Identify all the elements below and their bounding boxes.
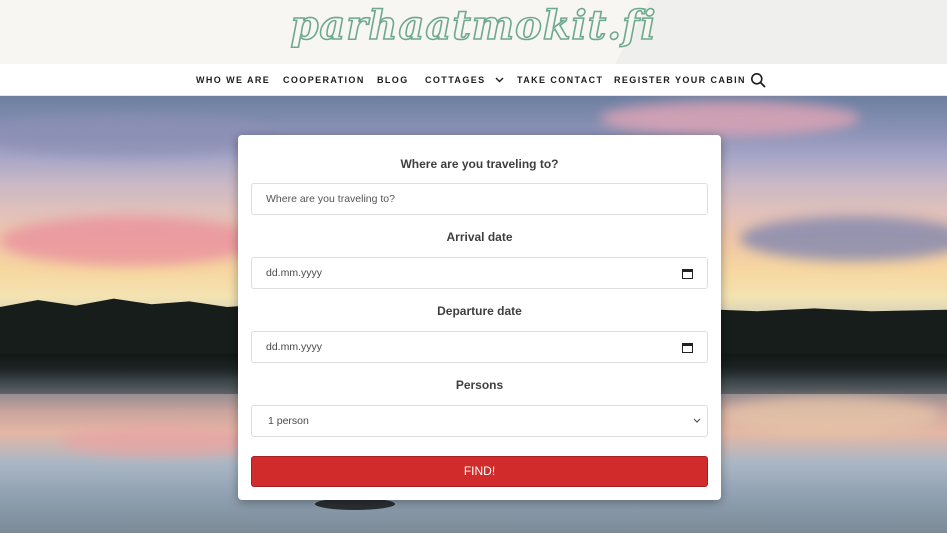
chevron-down-icon [495, 77, 504, 83]
destination-label: Where are you traveling to? [400, 157, 559, 171]
departure-date-input[interactable]: dd.mm.yyyy [251, 331, 708, 363]
destination-input[interactable]: Where are you traveling to? [251, 183, 708, 215]
nav-item-cottages[interactable]: COTTAGES [425, 64, 504, 96]
nav-item-cooperation[interactable]: COOPERATION [283, 64, 365, 96]
arrival-date-input[interactable]: dd.mm.yyyy [251, 257, 708, 289]
calendar-icon[interactable] [682, 342, 693, 353]
nav-item-cottages-label: COTTAGES [425, 75, 486, 85]
nav-item-who-we-are[interactable]: WHO WE ARE [196, 64, 270, 96]
persons-label: Persons [455, 378, 504, 392]
persons-select[interactable]: 1 person [251, 405, 708, 437]
main-navigation: WHO WE ARE COOPERATION BLOG COTTAGES TAK… [0, 64, 947, 96]
reflection-shape [720, 396, 940, 436]
arrival-date-label: Arrival date [446, 230, 513, 244]
departure-date-label: Departure date [437, 304, 522, 318]
cabin-search-form: Where are you traveling to? Where are yo… [238, 135, 721, 500]
nav-item-take-contact[interactable]: TAKE CONTACT [517, 64, 603, 96]
chevron-down-icon [693, 418, 701, 423]
find-button[interactable]: FIND! [251, 456, 708, 487]
site-logo[interactable]: parhaatmokit.fi [0, 1, 947, 50]
search-icon[interactable] [750, 72, 766, 88]
cloud-shape [0, 216, 260, 266]
site-header: parhaatmokit.fi [0, 0, 947, 64]
nav-item-register-your-cabin[interactable]: REGISTER YOUR CABIN [614, 64, 746, 96]
calendar-icon[interactable] [682, 268, 693, 279]
cloud-shape [740, 216, 947, 261]
cloud-shape [600, 101, 860, 136]
departure-date-value: dd.mm.yyyy [266, 341, 323, 353]
nav-item-blog[interactable]: BLOG [377, 64, 409, 96]
arrival-date-value: dd.mm.yyyy [266, 267, 323, 279]
persons-selected-value: 1 person [268, 415, 309, 427]
reflection-shape [60, 426, 260, 456]
